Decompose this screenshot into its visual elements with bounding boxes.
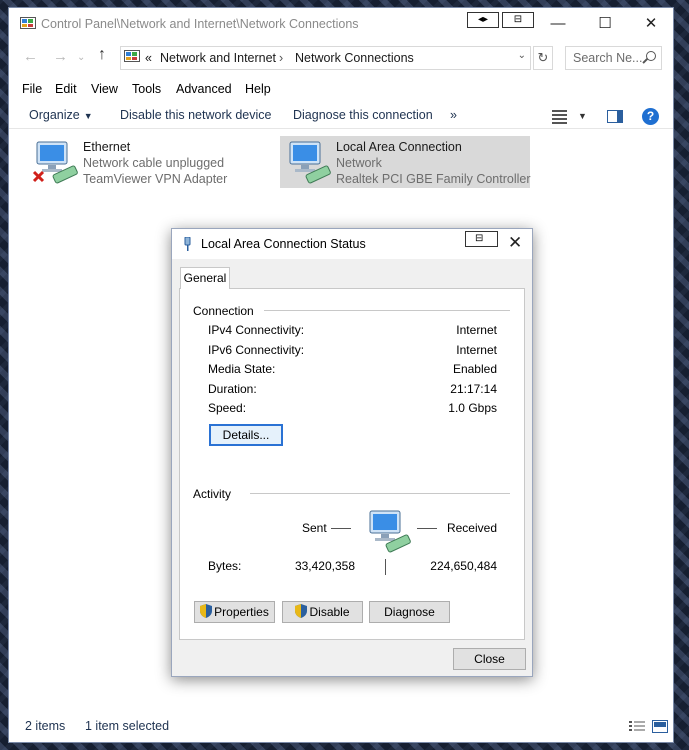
disable-device-button[interactable]: Disable this network device	[120, 108, 271, 122]
forward-arrow-icon[interactable]: →	[53, 48, 68, 65]
disable-button[interactable]: Disable	[282, 601, 363, 623]
organize-button[interactable]: Organize ▼	[29, 108, 93, 122]
more-commands-button[interactable]: »	[450, 108, 457, 122]
organize-dropdown-icon: ▼	[83, 111, 93, 121]
menu-edit[interactable]: Edit	[55, 82, 77, 96]
search-placeholder: Search Ne...	[573, 51, 643, 65]
media-state-label: Media State:	[208, 362, 276, 376]
uac-shield-icon	[200, 604, 213, 618]
bytes-label: Bytes:	[208, 559, 242, 573]
breadcrumb-network-connections[interactable]: Network Connections	[295, 51, 414, 65]
diagnose-connection-button[interactable]: Diagnose this connection	[293, 108, 433, 122]
dialog-title: Local Area Connection Status	[201, 237, 366, 251]
dialog-title-bar[interactable]: Local Area Connection Status ⊟ ✕	[172, 229, 532, 259]
search-input[interactable]: Search Ne...	[565, 46, 662, 70]
menu-help[interactable]: Help	[245, 82, 271, 96]
connection-name: Local Area Connection	[336, 140, 462, 154]
duration-value: 21:17:14	[450, 382, 497, 396]
control-panel-icon	[20, 17, 36, 29]
close-dialog-button[interactable]: Close	[453, 648, 526, 670]
close-button[interactable]: ✕	[628, 10, 674, 38]
speed-label: Speed:	[208, 401, 247, 415]
dialog-snap-button[interactable]: ⊟	[465, 231, 498, 247]
network-adapter-icon	[289, 141, 331, 184]
connection-name: Ethernet	[83, 140, 131, 154]
connection-item-local-area[interactable]: Local Area Connection Network Realtek PC…	[280, 136, 531, 188]
breadcrumb-network-and-internet[interactable]: Network and Internet	[160, 51, 276, 65]
maximize-button[interactable]: ☐	[582, 10, 628, 38]
ipv6-connectivity-label: IPv6 Connectivity:	[208, 343, 305, 357]
connection-status-dialog: Local Area Connection Status ⊟ ✕ General…	[171, 228, 533, 677]
snap-window-button[interactable]: ⊟	[502, 12, 534, 28]
bytes-sent-value: 33,420,358	[294, 559, 355, 573]
connection-group-divider	[260, 310, 510, 311]
minimize-button[interactable]: —	[535, 10, 581, 38]
status-bar: 2 items 1 item selected	[9, 716, 673, 738]
help-icon[interactable]: ?	[642, 108, 659, 125]
connection-status: Network	[336, 156, 382, 170]
breadcrumb-overflow[interactable]: «	[145, 51, 152, 65]
sent-indicator-line	[331, 528, 351, 529]
disable-label: Disable	[309, 605, 350, 619]
address-dropdown-icon[interactable]: ⌄	[518, 50, 526, 61]
network-cable-icon	[184, 237, 191, 251]
properties-label: Properties	[214, 605, 269, 619]
control-panel-icon	[124, 50, 140, 62]
properties-button[interactable]: Properties	[194, 601, 275, 623]
tab-general[interactable]: General	[180, 267, 230, 289]
organize-label: Organize	[29, 108, 80, 122]
sent-label: Sent	[302, 521, 327, 535]
recent-locations-chevron-icon[interactable]: ⌄	[77, 52, 85, 63]
command-bar: Organize ▼ Disable this network device Di…	[9, 103, 673, 129]
breadcrumb-separator[interactable]: ›	[279, 51, 283, 65]
bytes-separator	[385, 559, 386, 575]
duration-label: Duration:	[208, 382, 257, 396]
details-view-icon[interactable]	[629, 720, 645, 733]
menu-bar: File Edit View Tools Advanced Help	[9, 81, 673, 101]
activity-group-divider	[250, 493, 510, 494]
selection-count: 1 item selected	[85, 719, 170, 733]
window-title: Control Panel\Network and Internet\Netwo…	[41, 17, 359, 31]
address-row: ← → ⌄ ↑ « Network and Internet › Network…	[9, 45, 673, 71]
activity-group-label: Activity	[193, 487, 242, 501]
address-bar[interactable]: « Network and Internet › Network Connect…	[120, 46, 531, 70]
uac-shield-icon	[295, 604, 308, 618]
connection-adapter: TeamViewer VPN Adapter	[83, 172, 228, 186]
speed-value: 1.0 Gbps	[448, 401, 497, 415]
connection-adapter: Realtek PCI GBE Family Controller	[336, 172, 531, 186]
snap-layout-button[interactable]: ◂▸	[467, 12, 499, 28]
title-bar[interactable]: Control Panel\Network and Internet\Netwo…	[9, 8, 673, 41]
menu-advanced[interactable]: Advanced	[176, 82, 232, 96]
ipv6-connectivity-value: Internet	[456, 343, 497, 357]
dialog-close-icon[interactable]: ✕	[508, 233, 522, 253]
item-count: 2 items	[25, 719, 66, 733]
details-button[interactable]: Details...	[209, 424, 283, 446]
received-indicator-line	[417, 528, 437, 529]
received-label: Received	[446, 521, 497, 535]
preview-pane-icon[interactable]	[607, 110, 623, 123]
menu-tools[interactable]: Tools	[132, 82, 161, 96]
up-arrow-icon[interactable]: ↑	[98, 46, 106, 64]
menu-file[interactable]: File	[22, 82, 42, 96]
general-tab-panel: Connection IPv4 Connectivity: Internet I…	[179, 288, 525, 640]
connection-status: Network cable unplugged	[83, 156, 225, 170]
view-dropdown-icon[interactable]: ▼	[578, 111, 587, 121]
connection-group-label: Connection	[193, 304, 264, 318]
activity-computer-icon	[369, 510, 411, 553]
network-adapter-icon	[32, 141, 78, 184]
diagnose-button[interactable]: Diagnose	[369, 601, 450, 623]
refresh-button[interactable]: ↻	[533, 46, 553, 70]
connection-item-ethernet[interactable]: Ethernet Network cable unplugged TeamVie…	[27, 136, 267, 188]
large-icons-view-icon[interactable]	[652, 720, 668, 733]
snap-window-icon: ⊟	[475, 233, 484, 244]
search-icon	[646, 51, 656, 61]
change-view-icon[interactable]	[552, 109, 567, 124]
back-arrow-icon[interactable]: ←	[23, 48, 38, 65]
bytes-received-value: 224,650,484	[430, 559, 497, 573]
media-state-value: Enabled	[452, 362, 497, 376]
menu-view[interactable]: View	[91, 82, 118, 96]
ipv4-connectivity-value: Internet	[456, 323, 497, 337]
ipv4-connectivity-label: IPv4 Connectivity:	[208, 323, 305, 337]
